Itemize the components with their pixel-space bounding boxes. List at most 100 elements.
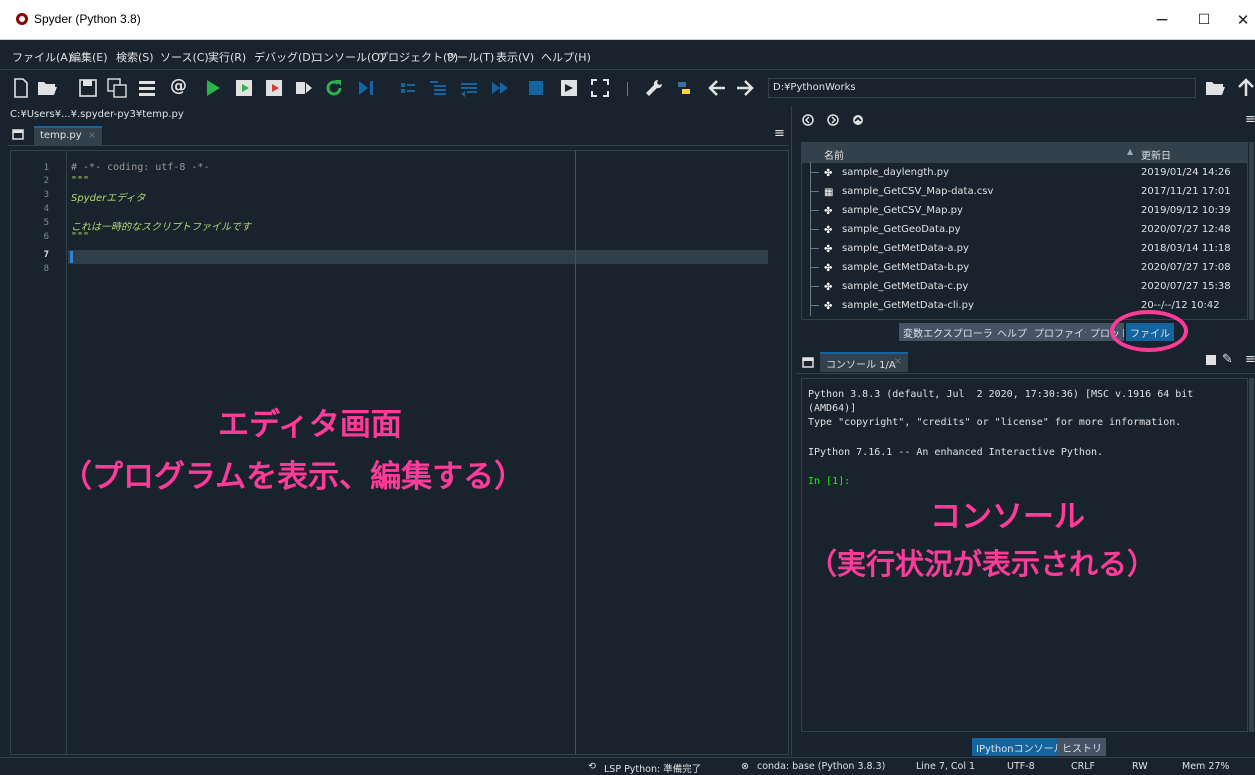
stop-kernel-icon[interactable] [1206, 355, 1216, 365]
run-cell-icon[interactable] [234, 78, 254, 98]
column-header-date[interactable]: 更新日 [1141, 147, 1171, 162]
clear-console-icon[interactable]: ✎ [1222, 352, 1233, 367]
run-icon[interactable] [203, 78, 223, 98]
code-line: これは一時的なスクリプトファイルです [71, 222, 251, 233]
file-name: sample_GetMetData-c.py [842, 281, 969, 292]
list-icon[interactable] [137, 78, 157, 98]
ipython-console[interactable]: Python 3.8.3 (default, Jul 2 2020, 17:30… [801, 378, 1248, 732]
file-explorer-options-icon[interactable]: ≡ [1245, 112, 1255, 127]
toolbar-separator [627, 82, 628, 96]
menu-console[interactable]: コンソール(O) [312, 49, 384, 65]
status-bar: ⟲ LSP Python: 準備完了 ⊗ conda: base (Python… [0, 757, 1255, 775]
line-endings: CRLF [1071, 761, 1095, 772]
file-row[interactable]: ✤ sample_GetMetData-b.py 2020/07/27 17:08 [802, 257, 1247, 278]
menu-file[interactable]: ファイル(A) [12, 49, 72, 65]
python-file-icon: ✤ [824, 206, 833, 217]
open-file-icon[interactable] [37, 78, 57, 98]
file-row[interactable]: ✤ sample_GetGeoData.py 2020/07/27 12:48 [802, 219, 1247, 240]
debug-icon[interactable] [356, 78, 376, 98]
console-prompt: In [1]: [808, 476, 851, 487]
close-button[interactable]: ✕ [1226, 8, 1255, 32]
file-explorer-scrollbar[interactable] [1249, 142, 1254, 320]
menu-view[interactable]: 表示(V) [496, 49, 534, 65]
step-into-icon[interactable] [428, 78, 448, 98]
conda-icon: ⊗ [741, 761, 749, 772]
forward-circle-icon[interactable] [827, 114, 839, 126]
file-row[interactable]: ✤ sample_GetMetData-c.py 2020/07/27 15:38 [802, 276, 1247, 297]
up-circle-icon[interactable] [852, 114, 864, 126]
tab-console[interactable]: コンソール 1/A × [820, 352, 908, 372]
line-number: 6 [43, 232, 49, 242]
file-row[interactable]: ✤ sample_GetMetData-a.py 2018/03/14 11:18 [802, 238, 1247, 259]
line-number: 3 [43, 190, 49, 200]
minimize-button[interactable]: − [1145, 8, 1179, 32]
menu-debug[interactable]: デバッグ(D) [254, 49, 315, 65]
file-row[interactable]: ✤ sample_daylength.py 2019/01/24 14:26 [802, 162, 1247, 183]
tab-help[interactable]: ヘルプ [993, 323, 1031, 341]
lsp-status: LSP Python: 準備完了 [604, 764, 702, 775]
back-circle-icon[interactable] [802, 114, 814, 126]
close-console-tab-icon[interactable]: × [894, 356, 902, 367]
file-name: sample_GetCSV_Map-data.csv [842, 186, 994, 197]
maximize-button[interactable]: ☐ [1187, 8, 1221, 32]
tab-label: temp.py [40, 130, 82, 141]
working-directory-input[interactable]: D:¥PythonWorks [768, 78, 1196, 98]
fullscreen-icon[interactable] [590, 78, 610, 98]
text-cursor [70, 251, 73, 263]
new-file-icon[interactable] [11, 78, 31, 98]
menu-run[interactable]: 実行(R) [208, 49, 246, 65]
console-line: Type "copyright", "credits" or "license"… [808, 417, 1182, 428]
python-path-icon[interactable] [674, 78, 694, 98]
tab-variable-explorer[interactable]: 変数エクスプローラー [899, 323, 1007, 341]
run-selection-icon[interactable] [294, 78, 314, 98]
pane-splitter[interactable] [791, 106, 795, 756]
browse-folder-icon[interactable] [1205, 78, 1225, 98]
step-return-icon[interactable] [459, 78, 479, 98]
editor-annotation-title: エディタ画面 [218, 407, 402, 443]
file-list-header: 名前 ▲ 更新日 [802, 143, 1247, 163]
stop-icon[interactable] [526, 78, 546, 98]
console-options-icon[interactable]: ≡ [1245, 352, 1255, 367]
parent-dir-arrow-icon[interactable] [1236, 78, 1255, 98]
file-name: sample_GetMetData-cli.py [842, 300, 974, 311]
editor-options-menu-icon[interactable]: ≡ [774, 126, 785, 141]
close-tab-icon[interactable]: × [88, 130, 96, 141]
menu-source[interactable]: ソース(C) [160, 49, 209, 65]
rerun-icon[interactable] [324, 78, 344, 98]
maximize-pane-icon[interactable] [559, 78, 579, 98]
file-name: sample_GetMetData-a.py [842, 243, 969, 254]
tab-history[interactable]: ヒストリ [1058, 738, 1106, 756]
code-line: # -*- coding: utf-8 -*- [71, 162, 210, 173]
file-row[interactable]: ✤ sample_GetMetData-cli.py 20--/--/12 10:4… [802, 295, 1247, 316]
menu-tools[interactable]: ツール(T) [446, 49, 494, 65]
back-arrow-icon[interactable] [707, 78, 727, 98]
save-all-icon[interactable] [107, 78, 127, 98]
menu-edit[interactable]: 編集(E) [70, 49, 108, 65]
forward-arrow-icon[interactable] [735, 78, 755, 98]
menu-search[interactable]: 検索(S) [116, 49, 154, 65]
at-symbol-icon[interactable]: @ [170, 76, 190, 96]
browse-console-tabs-icon[interactable] [802, 357, 814, 368]
step-icon[interactable] [398, 78, 418, 98]
menu-help[interactable]: ヘルプ(H) [541, 49, 591, 65]
browse-tabs-icon[interactable] [12, 129, 24, 140]
cursor-position: Line 7, Col 1 [916, 761, 976, 772]
file-date: 2018/03/14 11:18 [1141, 243, 1231, 254]
console-tab-bar: コンソール 1/A × ✎ ≡ [796, 350, 1255, 374]
tab-ipython-console[interactable]: IPythonコンソール [972, 738, 1068, 756]
code-editor[interactable]: 1 2 3 4 5 6 7 8 # -*- coding: utf-8 -*- … [10, 150, 789, 755]
console-scrollbar[interactable] [1249, 378, 1254, 732]
column-header-name[interactable]: 名前 [824, 147, 844, 162]
window-title: Spyder (Python 3.8) [34, 12, 141, 26]
line-number: 2 [43, 176, 49, 186]
save-icon[interactable] [78, 78, 98, 98]
code-line: """ [71, 231, 90, 242]
file-name: sample_GetGeoData.py [842, 224, 961, 235]
preferences-wrench-icon[interactable] [644, 78, 664, 98]
tab-temp-py[interactable]: temp.py × [34, 126, 102, 146]
continue-icon[interactable] [490, 78, 510, 98]
run-cell-advance-icon[interactable] [264, 78, 284, 98]
console-annotation-title: コンソール [930, 499, 1085, 535]
file-row[interactable]: ✤ sample_GetCSV_Map.py 2019/09/12 10:39 [802, 200, 1247, 221]
file-row[interactable]: ▦ sample_GetCSV_Map-data.csv 2017/11/21 17… [802, 181, 1247, 202]
